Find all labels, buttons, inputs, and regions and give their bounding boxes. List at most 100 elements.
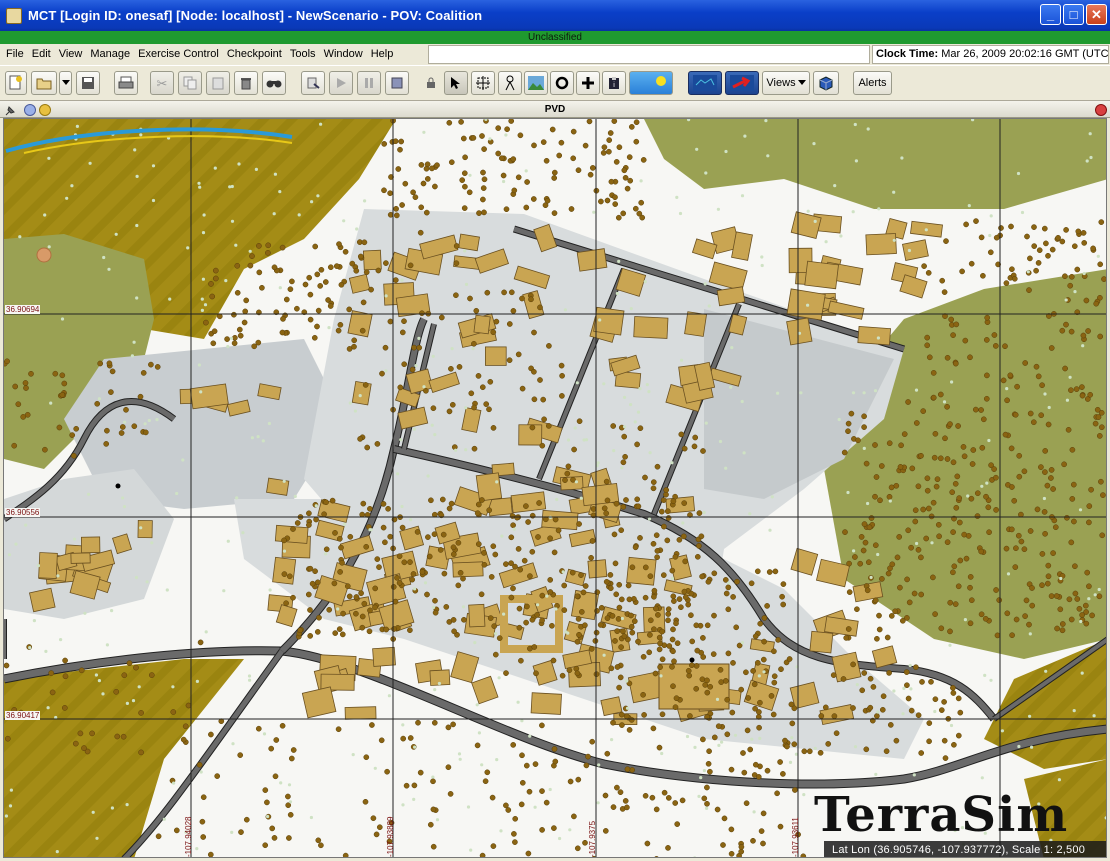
shrub	[145, 580, 149, 584]
sky-tool-button[interactable]	[629, 71, 673, 95]
tree	[748, 580, 755, 587]
shrub	[165, 588, 169, 592]
menu-file[interactable]: File	[2, 44, 28, 65]
tree	[1008, 526, 1015, 533]
menu-manage[interactable]: Manage	[86, 44, 134, 65]
tree	[271, 264, 278, 271]
tree	[620, 504, 627, 510]
print-button[interactable]	[114, 71, 138, 95]
shrub	[121, 496, 125, 500]
shrub	[309, 815, 313, 820]
open-button[interactable]	[31, 71, 57, 95]
rotate-tool-button[interactable]	[550, 71, 574, 95]
terrain-tool-button[interactable]	[524, 71, 548, 95]
open-dropdown-button[interactable]	[59, 71, 72, 95]
add-tool-button[interactable]	[576, 71, 600, 95]
building	[484, 346, 507, 366]
shrub	[693, 745, 697, 750]
unit-tool-button[interactable]	[498, 71, 522, 95]
step-button[interactable]	[301, 71, 325, 95]
play-button[interactable]	[329, 71, 353, 95]
tree	[967, 584, 973, 591]
pan-tool-button[interactable]	[471, 71, 495, 95]
menu-window[interactable]: Window	[320, 44, 367, 65]
shrub	[497, 676, 501, 680]
route-button[interactable]	[725, 71, 759, 95]
save-button[interactable]	[76, 71, 100, 95]
tree	[1087, 391, 1094, 398]
stop-button[interactable]	[385, 71, 409, 95]
tree	[336, 626, 343, 632]
alerts-button[interactable]: Alerts	[853, 71, 892, 95]
paste-button[interactable]	[206, 71, 230, 95]
shrub	[234, 243, 238, 247]
new-scenario-button[interactable]	[5, 71, 27, 95]
tree	[878, 463, 885, 469]
tree	[1095, 414, 1102, 420]
tree	[770, 711, 777, 718]
menu-checkpoint[interactable]: Checkpoint	[223, 44, 286, 65]
tree	[872, 493, 878, 500]
tree	[682, 558, 689, 565]
tree	[297, 627, 304, 634]
tree	[523, 204, 530, 211]
copy-button[interactable]	[178, 71, 202, 95]
tree	[633, 138, 640, 145]
shrub	[8, 804, 13, 808]
tree	[390, 584, 397, 590]
menu-view[interactable]: View	[55, 44, 87, 65]
tree	[692, 434, 699, 441]
map-button[interactable]	[688, 71, 722, 95]
tree	[287, 286, 294, 293]
delete-button[interactable]	[234, 71, 258, 95]
tree	[931, 454, 938, 461]
pin-icon[interactable]	[4, 104, 16, 116]
tree	[603, 510, 610, 517]
tree	[582, 142, 589, 149]
shrub	[287, 783, 292, 787]
tree	[512, 815, 519, 822]
shrub	[915, 541, 919, 546]
tree	[305, 591, 312, 598]
tree	[818, 713, 825, 719]
tree	[1041, 225, 1048, 232]
shrub	[147, 418, 151, 423]
select-tool-button[interactable]	[444, 71, 468, 95]
shrub	[468, 173, 472, 177]
close-button[interactable]: ✕	[1086, 4, 1107, 25]
minimize-button[interactable]: _	[1040, 4, 1061, 25]
cut-button[interactable]: ✂	[150, 71, 174, 95]
menu-tools[interactable]: Tools	[286, 44, 320, 65]
tree	[670, 593, 677, 600]
shrub	[942, 400, 947, 404]
tree	[317, 283, 324, 289]
tree	[725, 584, 732, 591]
tree	[866, 524, 873, 531]
shrub	[636, 410, 641, 414]
panel-minimize-icon[interactable]	[39, 104, 51, 116]
views-dropdown[interactable]: Views	[762, 71, 810, 95]
find-button[interactable]	[262, 71, 286, 95]
tree	[552, 758, 559, 765]
pause-button[interactable]	[357, 71, 381, 95]
map-view[interactable]: 36.90694 36.90556 36.90417 -107.94028 -1…	[3, 118, 1107, 858]
menu-exercise-control[interactable]: Exercise Control	[134, 44, 223, 65]
cube-button[interactable]	[813, 71, 839, 95]
tree	[1042, 448, 1049, 454]
tree	[604, 750, 611, 757]
maximize-button[interactable]: □	[1063, 4, 1084, 25]
shrub	[1028, 632, 1032, 636]
tree	[1054, 625, 1060, 632]
menu-edit[interactable]: Edit	[28, 44, 55, 65]
clipboard-tool-button[interactable]: i	[602, 71, 626, 95]
tree	[119, 424, 126, 430]
menu-help[interactable]: Help	[367, 44, 398, 65]
panel-restore-icon[interactable]	[24, 104, 36, 116]
shrub	[707, 304, 711, 308]
shrub	[431, 354, 435, 358]
tree	[978, 407, 984, 413]
pause-icon	[365, 78, 373, 88]
terrain-map[interactable]	[4, 119, 1107, 858]
tree	[519, 385, 526, 392]
panel-close-icon[interactable]	[1095, 104, 1107, 116]
